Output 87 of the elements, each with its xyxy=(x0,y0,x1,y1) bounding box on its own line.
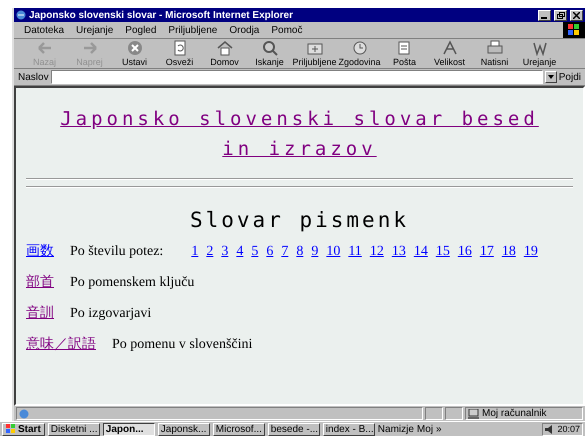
restore-button[interactable] xyxy=(554,10,567,20)
caret-icon xyxy=(548,75,554,79)
menu-item[interactable]: Priljubljene xyxy=(168,24,218,36)
zone-label: Moj računalnik xyxy=(482,408,546,419)
menu-item[interactable]: Urejanje xyxy=(76,24,114,36)
home-icon xyxy=(216,40,232,56)
minimize-button[interactable] xyxy=(538,10,551,20)
close-icon xyxy=(573,12,580,18)
stroke-count-link[interactable]: 15 xyxy=(436,244,450,260)
search-icon xyxy=(262,40,278,56)
kanji-link[interactable]: 画数 xyxy=(26,242,54,260)
close-button[interactable] xyxy=(570,10,583,20)
taskbar-button[interactable]: Disketni ... xyxy=(48,422,100,436)
toolbar-button[interactable]: Urejanje xyxy=(517,40,562,67)
taskbar-button[interactable]: Japonsk... xyxy=(158,422,210,436)
heading-link[interactable]: Japonsko slovenski slovar besed in izrazov xyxy=(46,104,553,164)
stroke-count-link[interactable]: 8 xyxy=(296,244,304,260)
row-description: Po pomenu v slovenščini xyxy=(112,337,252,353)
windows-logo xyxy=(563,22,585,38)
dropdown-button[interactable] xyxy=(544,71,557,83)
mail-icon xyxy=(396,40,412,56)
toolbar-button[interactable]: Ustavi xyxy=(112,40,157,67)
row-description: Po izgovarjavi xyxy=(70,306,152,322)
toolbar-button[interactable]: Osveži xyxy=(157,40,202,67)
quick-launch-item[interactable]: » xyxy=(436,424,442,434)
row-description: Po številu potez: xyxy=(70,244,164,260)
browser-icon xyxy=(16,10,26,20)
page-subheading: Slovar pismenk xyxy=(188,208,410,232)
back-icon xyxy=(36,40,52,56)
print-icon xyxy=(486,40,502,56)
menu-item[interactable]: Datoteka xyxy=(24,24,64,36)
stroke-count-link[interactable]: 1 xyxy=(191,244,198,260)
kanji-link[interactable]: 音訓 xyxy=(26,304,54,322)
toolbar-button[interactable]: Domov xyxy=(202,40,247,67)
row-description: Po pomenskem ključu xyxy=(70,275,194,291)
taskbar-button[interactable]: Japon... xyxy=(102,422,155,436)
edit-icon xyxy=(532,40,548,56)
stroke-count-link[interactable]: 14 xyxy=(414,244,428,260)
stroke-count-link[interactable]: 3 xyxy=(221,244,228,260)
stroke-count-link[interactable]: 19 xyxy=(524,244,538,260)
stroke-count-link[interactable]: 5 xyxy=(251,244,258,260)
stroke-count-link[interactable]: 4 xyxy=(236,244,244,260)
stop-icon xyxy=(126,40,142,56)
quick-launch-item[interactable]: Moj xyxy=(416,424,434,434)
history-icon xyxy=(352,40,368,56)
window-title: Japonsko slovenski slovar - Microsoft Internet Explorer xyxy=(29,10,294,20)
taskbar-button[interactable]: Microsof... xyxy=(212,422,265,436)
stroke-count-link[interactable]: 6 xyxy=(266,244,274,260)
toolbar-button[interactable]: Velikost xyxy=(427,40,472,67)
toolbar-button[interactable]: Priljubljene xyxy=(292,40,337,67)
toolbar-button[interactable]: Iskanje xyxy=(247,40,292,67)
address-label: Naslov xyxy=(18,72,49,82)
status-pane xyxy=(445,407,463,420)
toolbar-button[interactable]: Zgodovina xyxy=(337,40,382,67)
stroke-count-link[interactable]: 9 xyxy=(311,244,318,260)
taskbar-button[interactable]: index - B... xyxy=(322,422,375,436)
stroke-count-link[interactable]: 16 xyxy=(458,244,472,260)
go-button[interactable]: Pojdi xyxy=(558,72,581,82)
kanji-link[interactable]: 部首 xyxy=(26,273,54,291)
address-field[interactable] xyxy=(50,70,543,84)
clock: 20:07 xyxy=(557,424,580,434)
page-icon xyxy=(19,408,29,418)
computer-icon xyxy=(468,408,479,418)
taskbar-button[interactable]: besede -... xyxy=(268,422,320,436)
windows-logo-icon xyxy=(6,424,16,434)
stroke-count-link[interactable]: 11 xyxy=(348,244,362,260)
menu-item[interactable]: Pogled xyxy=(125,24,156,36)
toolbar-button[interactable]: Natisni xyxy=(472,40,517,67)
stroke-count-link[interactable]: 10 xyxy=(326,244,340,260)
stroke-count-link[interactable]: 2 xyxy=(206,244,214,260)
stroke-count-link[interactable]: 17 xyxy=(480,244,494,260)
stroke-count-link[interactable]: 12 xyxy=(370,244,384,260)
font-icon xyxy=(442,40,458,56)
start-button[interactable]: Start xyxy=(2,422,45,436)
restore-icon xyxy=(556,12,564,18)
menu-item[interactable]: Pomoč xyxy=(271,24,302,36)
stroke-count-link[interactable]: 18 xyxy=(502,244,516,260)
stroke-count-link[interactable]: 7 xyxy=(281,244,288,260)
refresh-icon xyxy=(172,40,188,56)
stroke-count-link[interactable]: 13 xyxy=(392,244,406,260)
menu-item[interactable]: Orodja xyxy=(229,24,260,36)
status-pane xyxy=(425,407,443,420)
quick-launch-item[interactable]: Namizje xyxy=(378,424,414,434)
speaker-icon xyxy=(545,424,554,434)
toolbar-button[interactable]: Pošta xyxy=(382,40,427,67)
forward-icon xyxy=(82,40,98,56)
kanji-link[interactable]: 意味／訳語 xyxy=(26,335,96,353)
